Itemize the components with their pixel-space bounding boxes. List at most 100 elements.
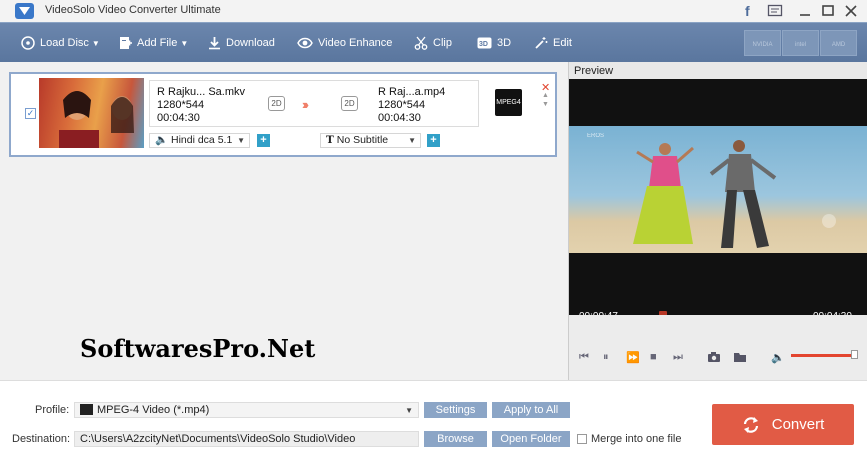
merge-checkbox[interactable] (577, 434, 587, 444)
output-resolution: 1280*544 (378, 99, 426, 111)
chevron-down-icon: ▼ (405, 406, 413, 415)
chevron-down-icon: ▼ (180, 38, 189, 48)
download-label: Download (226, 37, 275, 49)
video-screen[interactable]: EROS (569, 79, 867, 315)
profile-select[interactable]: MPEG-4 Video (*.mp4) ▼ (74, 402, 419, 418)
main-toolbar: Load Disc ▼ Add File ▼ Download Video Enha… (0, 22, 867, 62)
watermark-text: SoftwaresPro.Net (80, 334, 316, 363)
edit-label: Edit (553, 37, 572, 49)
snapshot-icon[interactable] (707, 351, 721, 366)
output-2d-badge: 2D (341, 96, 358, 111)
convert-label: Convert (771, 416, 825, 433)
thumbnail-figures (59, 91, 134, 148)
preview-panel: Preview EROS 00:00:47 00:04:30 (568, 62, 867, 380)
intel-accel-badge: intel (782, 30, 819, 56)
app-title: VideoSolo Video Converter Ultimate (45, 4, 221, 16)
convert-arrows-icon: ››› (302, 97, 309, 112)
file-list: ✓ R Rajku... Sa.mkv 1280*544 00:04:30 2D… (0, 62, 568, 380)
output-duration: 00:04:30 (378, 112, 421, 124)
amd-accel-badge: AMD (820, 30, 857, 56)
video-enhance-label: Video Enhance (318, 37, 393, 49)
add-file-label: Add File (137, 37, 178, 49)
profile-label: Profile: (35, 404, 70, 416)
speaker-icon: 🔈 (155, 134, 169, 146)
subtitle-select[interactable]: T No Subtitle ▼ (320, 133, 421, 148)
close-icon[interactable] (843, 3, 859, 19)
minimize-icon[interactable] (797, 3, 813, 19)
chevron-down-icon: ▼ (408, 136, 416, 145)
open-folder-button[interactable]: Open Folder (492, 431, 570, 447)
move-up-icon[interactable]: ▲ (542, 92, 549, 99)
title-bar: VideoSolo Video Converter Ultimate f (0, 0, 867, 22)
profile-value: MPEG-4 Video (*.mp4) (97, 404, 210, 416)
source-resolution: 1280*544 (157, 99, 205, 111)
volume-icon[interactable]: 🔈 (771, 351, 785, 364)
text-icon: T (326, 134, 334, 146)
source-filename: R Rajku... Sa.mkv (157, 86, 246, 98)
convert-icon (743, 416, 758, 433)
stop-icon[interactable]: ■ (650, 351, 657, 363)
destination-label: Destination: (12, 433, 71, 445)
3d-label: 3D (497, 37, 512, 49)
destination-input[interactable]: C:\Users\A2zcityNet\Documents\VideoSolo … (74, 431, 419, 447)
add-file-button[interactable]: Add File ▼ (119, 23, 188, 63)
video-enhance-button[interactable]: Video Enhance (297, 23, 392, 63)
fast-forward-icon[interactable]: ⏩ (626, 351, 640, 364)
playback-controls (569, 315, 867, 380)
apply-to-all-button[interactable]: Apply to All (492, 402, 570, 418)
browse-button[interactable]: Browse (424, 431, 487, 447)
3d-icon: 3D (477, 37, 492, 49)
maximize-icon[interactable] (820, 3, 836, 19)
merge-label: Merge into one file (591, 433, 682, 445)
enhance-icon (297, 37, 313, 49)
scissors-icon (414, 36, 428, 50)
add-file-icon (120, 37, 132, 49)
chevron-down-icon: ▼ (237, 136, 245, 145)
download-icon (209, 37, 220, 50)
skip-forward-icon[interactable]: ⏭ (673, 351, 683, 364)
3d-button[interactable]: 3D 3D (477, 23, 511, 63)
mpeg4-format-icon (80, 404, 93, 415)
video-thumbnail (39, 78, 144, 148)
clip-button[interactable]: Clip (414, 23, 452, 63)
open-folder-icon[interactable] (733, 351, 747, 366)
skip-back-icon[interactable]: ⏮ (579, 351, 589, 364)
file-list-item[interactable]: ✓ R Rajku... Sa.mkv 1280*544 00:04:30 2D… (9, 72, 557, 157)
pause-icon[interactable]: ⏸ (603, 351, 609, 364)
output-filename: R Raj...a.mp4 (378, 86, 446, 98)
download-button[interactable]: Download (208, 23, 275, 63)
file-checkbox[interactable]: ✓ (25, 108, 36, 119)
channel-overlay-text: EROS (587, 133, 604, 139)
add-audio-button[interactable]: + (257, 134, 270, 147)
source-duration: 00:04:30 (157, 112, 200, 124)
app-logo-icon (15, 3, 34, 19)
volume-slider-fill[interactable] (791, 354, 851, 357)
chevron-down-icon: ▼ (91, 38, 100, 48)
volume-handle[interactable] (850, 350, 858, 359)
video-frame: EROS (569, 126, 867, 253)
audio-track-select[interactable]: 🔈 Hindi dca 5.1 ▼ (149, 133, 250, 148)
load-disc-button[interactable]: Load Disc ▼ (21, 23, 100, 63)
nvidia-accel-badge: NVIDIA (744, 30, 781, 56)
source-2d-badge: 2D (268, 96, 285, 111)
video-frame-figures: EROS (587, 133, 836, 248)
load-disc-label: Load Disc (40, 37, 89, 49)
add-subtitle-button[interactable]: + (427, 134, 440, 147)
move-down-icon[interactable]: ▼ (542, 101, 549, 108)
convert-button[interactable]: Convert (712, 404, 854, 445)
clip-label: Clip (433, 37, 452, 49)
subtitle-value: No Subtitle (336, 134, 389, 146)
feedback-icon[interactable] (767, 3, 783, 19)
audio-track-value: Hindi dca 5.1 (171, 134, 233, 146)
mpeg4-format-icon[interactable]: MPEG4 (495, 89, 522, 116)
svg-text:f: f (745, 3, 750, 19)
edit-button[interactable]: Edit (534, 23, 572, 63)
facebook-icon[interactable]: f (741, 3, 757, 19)
svg-text:3D: 3D (479, 41, 488, 48)
preview-label: Preview (574, 65, 614, 77)
settings-button[interactable]: Settings (424, 402, 487, 418)
magic-wand-icon (535, 37, 548, 49)
disc-icon (21, 36, 35, 50)
output-settings-panel: Profile: MPEG-4 Video (*.mp4) ▼ Settings… (0, 380, 867, 466)
app-window: VideoSolo Video Converter Ultimate f Loa… (0, 0, 867, 466)
